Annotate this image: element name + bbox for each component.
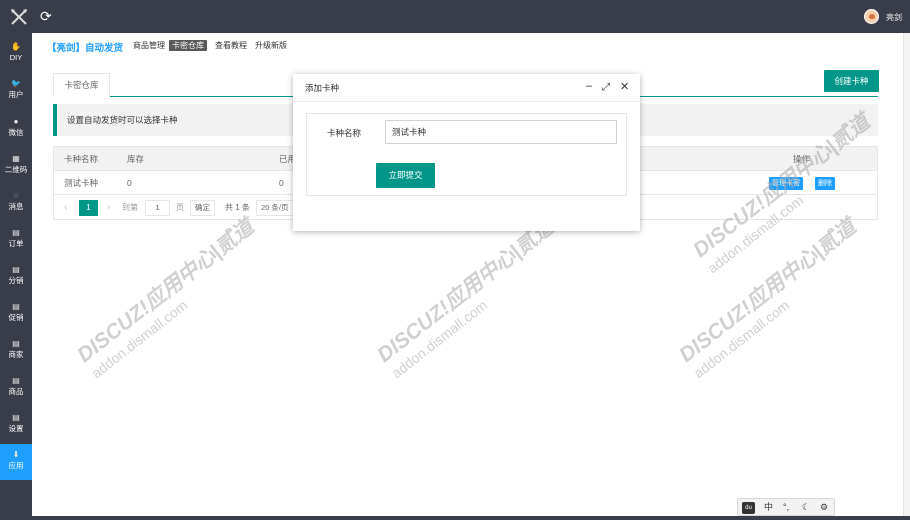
delete-button[interactable]: 删除 [815,177,835,190]
total-count: 共 1 条 [225,203,250,212]
sidebar-item-label: 用户 [8,90,24,99]
minimize-icon[interactable]: – [586,79,592,93]
confirm-page-button[interactable]: 确定 [190,200,215,216]
sidebar-item-diy[interactable]: ✋ DIY [0,36,32,72]
page-input[interactable]: 1 [145,200,170,216]
close-icon[interactable]: ✕ [620,80,629,94]
refresh-icon[interactable]: ⟳ [40,9,52,23]
top-bar: ⟳ 亮剑 [0,0,910,33]
add-card-type-dialog: 添加卡种 – ⤢ ✕ 卡种名称 测试卡种 立即提交 [293,74,640,231]
bottom-strip [32,516,910,520]
wechat-icon: ● [13,117,19,126]
cell-stock: 0 [127,178,132,188]
sidebar-item-label: 二维码 [4,165,28,174]
qrcode-icon: ▦ [12,154,20,163]
document-icon: ▤ [12,376,20,385]
hand-icon: ✋ [11,42,21,51]
document-icon: ▤ [12,339,20,348]
sidebar-item-label: 微信 [8,128,24,137]
twitter-icon: 🐦 [11,79,21,88]
sidebar-item-merchants[interactable]: ▤ 商家 [0,333,32,369]
column-header-actions: 操作 [793,154,811,164]
language-toggle[interactable]: 中 [764,501,773,514]
sidebar-item-distribution[interactable]: ▤ 分销 [0,259,32,295]
download-icon: ⬇ [12,450,20,459]
sidebar: ✋ DIY 🐦 用户 ● 微信 ▦ 二维码 ◌ 消息 ▤ 订单 ▤ 分销 ▤ 促… [0,33,32,520]
column-header-name: 卡种名称 [64,154,99,164]
manage-cards-button[interactable]: 管理卡密 [769,177,803,190]
username[interactable]: 亮剑 [886,12,902,23]
scrollbar[interactable] [903,33,910,520]
sidebar-item-label: 分销 [8,276,24,285]
crossed-swords-logo-icon[interactable] [9,7,29,27]
nav-tutorial[interactable]: 查看教程 [212,40,250,51]
next-page-icon[interactable]: › [107,202,110,213]
nav-card-warehouse[interactable]: 卡密仓库 [169,40,207,51]
page-current[interactable]: 1 [79,200,98,216]
cell-name: 测试卡种 [64,178,99,188]
document-icon: ▤ [12,228,20,237]
punctuation-toggle-icon[interactable]: °, [783,501,789,514]
page-size-select[interactable]: 20 条/页 [256,200,294,216]
tab-card-warehouse[interactable]: 卡密仓库 [53,73,110,97]
sidebar-item-label: 商家 [8,350,24,359]
cell-used: 0 [279,178,284,188]
baidu-ime-logo-icon[interactable]: du [742,502,755,514]
sidebar-item-messages[interactable]: ◌ 消息 [0,185,32,221]
sidebar-item-label: 订单 [8,239,24,248]
nav-product-management[interactable]: 商品管理 [130,40,168,51]
moon-icon[interactable]: ☾ [802,501,810,514]
create-card-type-button[interactable]: 创建卡种 [824,70,879,92]
sidebar-item-apps[interactable]: ⬇ 应用 [0,444,32,480]
gear-icon[interactable]: ⚙ [820,501,828,514]
brand-title[interactable]: 【亮剑】自动发货 [47,40,123,54]
document-icon: ▤ [12,302,20,311]
goto-label: 到第 [122,203,138,212]
nav-upgrade[interactable]: 升级新版 [252,40,290,51]
document-icon: ▤ [12,265,20,274]
sidebar-item-orders[interactable]: ▤ 订单 [0,222,32,258]
ime-toolbar: du 中 °, ☾ ⚙ [737,498,835,516]
prev-page-icon[interactable]: ‹ [64,202,67,213]
sidebar-item-label: 促销 [8,313,24,322]
sidebar-item-label: 应用 [8,461,24,470]
sidebar-item-settings[interactable]: ▤ 设置 [0,407,32,443]
comment-icon: ◌ [13,191,19,200]
card-type-name-input[interactable]: 测试卡种 [385,120,617,144]
submit-button[interactable]: 立即提交 [376,163,435,188]
avatar[interactable] [864,9,879,24]
sidebar-item-label: DIY [9,53,23,62]
column-header-stock: 库存 [127,154,145,164]
sidebar-item-qrcode[interactable]: ▦ 二维码 [0,148,32,184]
card-type-name-label: 卡种名称 [327,128,362,138]
sidebar-item-wechat[interactable]: ● 微信 [0,111,32,147]
sidebar-item-label: 设置 [8,424,24,433]
sidebar-item-promotion[interactable]: ▤ 促销 [0,296,32,332]
sidebar-item-products[interactable]: ▤ 商品 [0,370,32,406]
sidebar-item-users[interactable]: 🐦 用户 [0,73,32,109]
maximize-icon[interactable]: ⤢ [602,81,610,95]
page-unit: 页 [176,203,184,212]
sidebar-item-label: 商品 [8,387,24,396]
dialog-form: 卡种名称 测试卡种 立即提交 [306,113,627,196]
document-icon: ▤ [12,413,20,422]
sidebar-item-label: 消息 [8,202,24,211]
